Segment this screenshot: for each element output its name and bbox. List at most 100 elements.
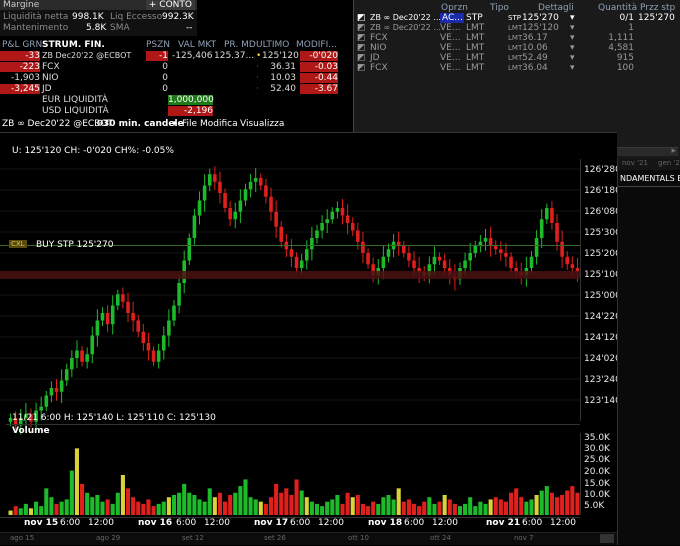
candle[interactable]	[279, 226, 284, 242]
volume-bar[interactable]	[39, 506, 44, 515]
candle[interactable]	[437, 256, 442, 261]
col-avg-price[interactable]: PR. MD	[224, 40, 256, 50]
candle[interactable]	[274, 211, 278, 227]
candle[interactable]	[253, 178, 258, 182]
candle[interactable]	[54, 388, 59, 392]
volume-bar[interactable]	[498, 499, 503, 515]
candle[interactable]	[264, 185, 268, 197]
volume-bar[interactable]	[136, 501, 141, 515]
chevron-down-icon[interactable]: ▾	[172, 119, 177, 129]
candle[interactable]	[238, 200, 243, 212]
candle[interactable]	[70, 358, 74, 370]
candle[interactable]	[121, 294, 125, 302]
candle[interactable]	[534, 238, 539, 257]
candle[interactable]	[407, 253, 411, 261]
candle[interactable]	[100, 313, 105, 321]
volume-bar[interactable]	[371, 501, 376, 515]
volume-bar[interactable]	[575, 492, 580, 515]
candle[interactable]	[299, 260, 304, 269]
conto-button[interactable]: + CONTO	[145, 0, 195, 10]
order-checkbox[interactable]: ◩	[357, 33, 366, 43]
candle[interactable]	[442, 260, 447, 269]
candle[interactable]	[126, 301, 130, 313]
portfolio-row[interactable]: -223 FCX 0 · 36.31 -0.03	[0, 62, 340, 72]
candle[interactable]	[412, 260, 416, 269]
candle[interactable]	[172, 305, 176, 321]
volume-bar[interactable]	[509, 492, 514, 515]
candle[interactable]	[356, 230, 360, 242]
volume-bar[interactable]	[120, 475, 125, 515]
candle[interactable]	[151, 350, 156, 362]
volume-bar[interactable]	[391, 499, 396, 515]
volume-bar[interactable]	[417, 506, 422, 515]
volume-bar[interactable]	[447, 499, 452, 515]
volume-bar[interactable]	[263, 503, 268, 515]
volume-bar[interactable]	[197, 499, 202, 515]
order-checkbox[interactable]: ◩	[357, 63, 366, 73]
col-action[interactable]: Oprzn	[441, 3, 468, 13]
volume-bar[interactable]	[340, 503, 345, 515]
volume-bar[interactable]	[64, 499, 69, 515]
candle[interactable]	[85, 354, 89, 362]
volume-bar[interactable]	[95, 495, 100, 515]
col-mkt-value[interactable]: VAL MKT	[178, 40, 216, 50]
candle[interactable]	[90, 335, 95, 355]
candle[interactable]	[539, 219, 544, 238]
col-symbol[interactable]: STRUM. FIN.	[42, 40, 105, 50]
candle[interactable]	[141, 331, 146, 343]
col-type[interactable]: Tipo	[490, 3, 509, 13]
volume-bar[interactable]	[468, 497, 473, 515]
candle[interactable]	[167, 320, 171, 336]
scroll-right-icon[interactable]: ▸	[671, 146, 676, 156]
volume-bar[interactable]	[314, 503, 320, 515]
col-change[interactable]: MODIFI...	[296, 40, 337, 50]
portfolio-row[interactable]: -33 ZB Dec20'22 @ECBOT -1 -125,406 125.3…	[0, 51, 340, 61]
cancel-order-tag[interactable]: CXL	[9, 240, 27, 248]
volume-bar[interactable]	[131, 497, 136, 515]
price-chart[interactable]	[0, 159, 580, 439]
volume-bar[interactable]	[238, 486, 243, 515]
candle[interactable]	[223, 193, 227, 208]
candle[interactable]	[335, 208, 340, 212]
volume-bar[interactable]	[514, 488, 519, 515]
col-stop-price[interactable]: Przz stp	[640, 3, 675, 13]
candle[interactable]	[366, 253, 370, 265]
volume-bar[interactable]	[427, 497, 432, 515]
candle[interactable]	[361, 241, 365, 253]
volume-bar[interactable]	[432, 503, 437, 515]
volume-bar[interactable]	[18, 508, 23, 515]
candle[interactable]	[550, 208, 554, 223]
volume-bar[interactable]	[320, 506, 325, 515]
candle[interactable]	[131, 313, 135, 321]
order-checkbox[interactable]: ◩	[357, 23, 366, 33]
volume-bar[interactable]	[360, 503, 365, 515]
volume-bar[interactable]	[212, 497, 217, 515]
volume-bar[interactable]	[560, 495, 565, 515]
candle[interactable]	[504, 253, 508, 257]
candle[interactable]	[116, 294, 120, 306]
candle[interactable]	[39, 406, 43, 411]
col-position[interactable]: PSZN	[146, 40, 170, 50]
candle[interactable]	[80, 350, 84, 362]
chevron-down-icon[interactable]: ▾	[570, 23, 575, 33]
candle[interactable]	[95, 320, 100, 336]
volume-bar[interactable]	[457, 506, 463, 515]
col-details[interactable]: Dettagli	[538, 3, 574, 13]
candle[interactable]	[233, 211, 238, 220]
navigator-handle[interactable]	[600, 534, 614, 543]
volume-bar[interactable]	[565, 490, 570, 515]
candle[interactable]	[350, 223, 355, 231]
volume-bar[interactable]	[228, 495, 233, 515]
volume-bar[interactable]	[294, 479, 299, 515]
volume-bar[interactable]	[534, 495, 539, 515]
portfolio-row[interactable]: -3,245 JD 0 · 52.40 -3.67	[0, 84, 340, 94]
fundamentals-tab[interactable]: NDAMENTALS EXP	[620, 174, 680, 183]
candle[interactable]	[259, 178, 263, 186]
order-row[interactable]: ◩ JD VE... LMT LMT 52.49 ▾ 915	[354, 53, 680, 63]
volume-bar[interactable]	[503, 501, 508, 515]
volume-bar[interactable]	[202, 501, 207, 515]
volume-bar[interactable]	[381, 497, 386, 515]
candle[interactable]	[545, 208, 549, 220]
order-checkbox[interactable]: ◩	[357, 53, 366, 63]
candle[interactable]	[570, 264, 575, 268]
